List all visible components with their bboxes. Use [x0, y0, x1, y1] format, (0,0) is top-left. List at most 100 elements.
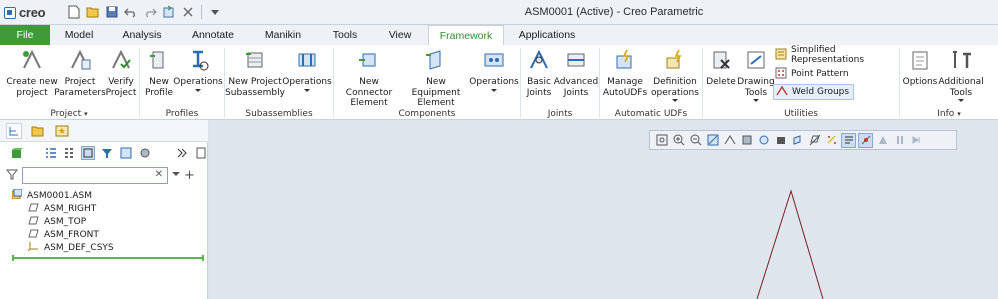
favorites-tab-icon[interactable] [54, 123, 70, 139]
tab-analysis[interactable]: Analysis [108, 25, 176, 45]
create-new-project-button[interactable]: Create new project [6, 47, 58, 98]
tab-model[interactable]: Model [50, 25, 108, 45]
dropdown-caret [491, 88, 497, 92]
tree-columns-icon[interactable] [62, 146, 76, 160]
tab-framework[interactable]: Framework [428, 25, 504, 46]
group-label-subassemblies: Subassemblies [245, 109, 313, 119]
tab-view[interactable]: View [374, 25, 426, 45]
project-parameters-button[interactable]: Project Parameters [54, 47, 106, 98]
delete-button[interactable]: Delete [705, 47, 737, 88]
tab-manikin[interactable]: Manikin [250, 25, 316, 45]
group-components: New Connector Element New Equipment Elem… [334, 45, 520, 120]
new-subassembly-icon [242, 47, 268, 73]
definition-operations-button[interactable]: Definition operations [648, 47, 702, 102]
dropdown-caret [304, 88, 310, 92]
tree-item-datum-plane[interactable]: ASM_TOP [12, 216, 202, 229]
group-label-info[interactable]: Info ▾ [900, 109, 998, 119]
options-icon [907, 47, 933, 73]
component-operations-icon [481, 47, 507, 73]
model-tree: ASM0001.ASM ASM_RIGHT ASM_TOP ASM_FRONT … [11, 188, 202, 255]
group-utilities: Delete Drawing Tools Simplified Represen… [703, 45, 899, 120]
model-tree-panel: ✕ + ASM0001.ASM ASM_RIGHT ASM_TOP ASM_FR… [0, 120, 208, 299]
filter-icon[interactable] [5, 168, 19, 183]
group-label-profiles: Profiles [165, 109, 199, 119]
basic-joints-icon [526, 47, 552, 73]
simplified-representations-icon [775, 48, 787, 63]
additional-tools-button[interactable]: Additional Tools [938, 47, 984, 102]
subassembly-operations-button[interactable]: Operations [282, 47, 332, 92]
search-dropdown-icon[interactable] [172, 170, 180, 181]
new-project-subassembly-button[interactable]: New Project Subassembly [225, 47, 285, 98]
tree-list-icon[interactable] [44, 146, 58, 160]
datum-plane-icon [28, 203, 39, 217]
creo-window: creo ASM0001 (Active) - Creo Parametric … [0, 0, 998, 299]
add-column-icon[interactable]: + [184, 168, 195, 183]
new-profile-icon [146, 47, 172, 73]
layer-tree-icon[interactable] [138, 146, 152, 160]
assembly-icon [11, 188, 23, 204]
folder-browser-tab-icon[interactable] [30, 123, 46, 139]
dropdown-caret [958, 99, 964, 102]
new-equipment-icon [423, 47, 449, 73]
tree-properties-icon[interactable] [194, 146, 208, 160]
definition-operations-icon [662, 47, 688, 73]
manage-autoudfs-icon [612, 47, 638, 73]
graphics-area[interactable] [209, 120, 998, 299]
tree-item-datum-plane[interactable]: ASM_RIGHT [12, 203, 202, 216]
create-project-icon [19, 47, 45, 73]
tree-settings-icon[interactable] [81, 146, 96, 160]
advanced-joints-icon [563, 47, 589, 73]
project-parameters-icon [67, 47, 93, 73]
navigator-tabs [0, 120, 208, 142]
point-pattern-button[interactable]: Point Pattern [775, 66, 849, 82]
model-tree-toolbar [0, 142, 208, 164]
profile-operations-button[interactable]: Operations [173, 47, 223, 92]
group-profiles: New Profile Operations Profiles [140, 45, 224, 120]
options-button[interactable]: Options [902, 47, 938, 88]
group-subassemblies: New Project Subassembly Operations Subas… [225, 45, 333, 120]
tree-search-input[interactable] [23, 167, 153, 183]
tree-item-datum-plane[interactable]: ASM_FRONT [12, 229, 202, 242]
manage-autoudfs-button[interactable]: Manage AutoUDFs [602, 47, 648, 98]
basic-joints-button[interactable]: Basic Joints [523, 47, 555, 98]
advanced-joints-button[interactable]: Advanced Joints [554, 47, 598, 98]
tree-item-csys[interactable]: ASM_DEF_CSYS [12, 242, 202, 255]
tab-tools[interactable]: Tools [316, 25, 374, 45]
verify-project-icon [108, 47, 134, 73]
group-label-components: Components [398, 109, 456, 119]
new-profile-button[interactable]: New Profile [142, 47, 176, 98]
delete-icon [708, 47, 734, 73]
component-operations-button[interactable]: Operations [469, 47, 519, 92]
simplified-representations-button[interactable]: Simplified Representations [775, 45, 899, 65]
tab-annotate[interactable]: Annotate [176, 25, 250, 45]
datum-plane-icon [28, 216, 39, 230]
group-automatic-udfs: Manage AutoUDFs Definition operations Au… [600, 45, 702, 120]
expand-more-icon[interactable] [175, 146, 189, 160]
model-tree-tab-icon[interactable] [6, 122, 22, 139]
csys-icon [27, 241, 39, 256]
group-label-project[interactable]: Project ▾ [0, 109, 138, 119]
new-connector-icon [356, 47, 382, 73]
verify-project-button[interactable]: Verify Project [104, 47, 138, 98]
drawing-tools-icon [743, 47, 769, 73]
group-label-utilities: Utilities [784, 109, 818, 119]
insert-here-indicator[interactable] [12, 255, 204, 261]
weld-groups-button[interactable]: Weld Groups [773, 84, 855, 100]
new-connector-element-button[interactable]: New Connector Element [336, 47, 402, 109]
point-pattern-icon [775, 67, 787, 82]
drawing-tools-button[interactable]: Drawing Tools [737, 47, 775, 102]
weld-groups-icon [776, 85, 788, 100]
tab-file[interactable]: File [0, 25, 50, 45]
tree-search-field: ✕ [22, 166, 168, 184]
model-geometry [756, 189, 824, 299]
tree-filter-icon[interactable] [100, 146, 114, 160]
tree-columns-settings-icon[interactable] [119, 146, 133, 160]
tab-applications[interactable]: Applications [506, 25, 588, 45]
new-equipment-element-button[interactable]: New Equipment Element [402, 47, 470, 109]
clear-search-icon[interactable]: ✕ [155, 169, 163, 180]
subassembly-operations-icon [294, 47, 320, 73]
tree-item-assembly[interactable]: ASM0001.ASM [11, 188, 202, 204]
ribbon: Create new project Project Parameters Ve… [0, 45, 998, 120]
profile-operations-icon [185, 47, 211, 73]
show-icon[interactable] [10, 146, 24, 160]
